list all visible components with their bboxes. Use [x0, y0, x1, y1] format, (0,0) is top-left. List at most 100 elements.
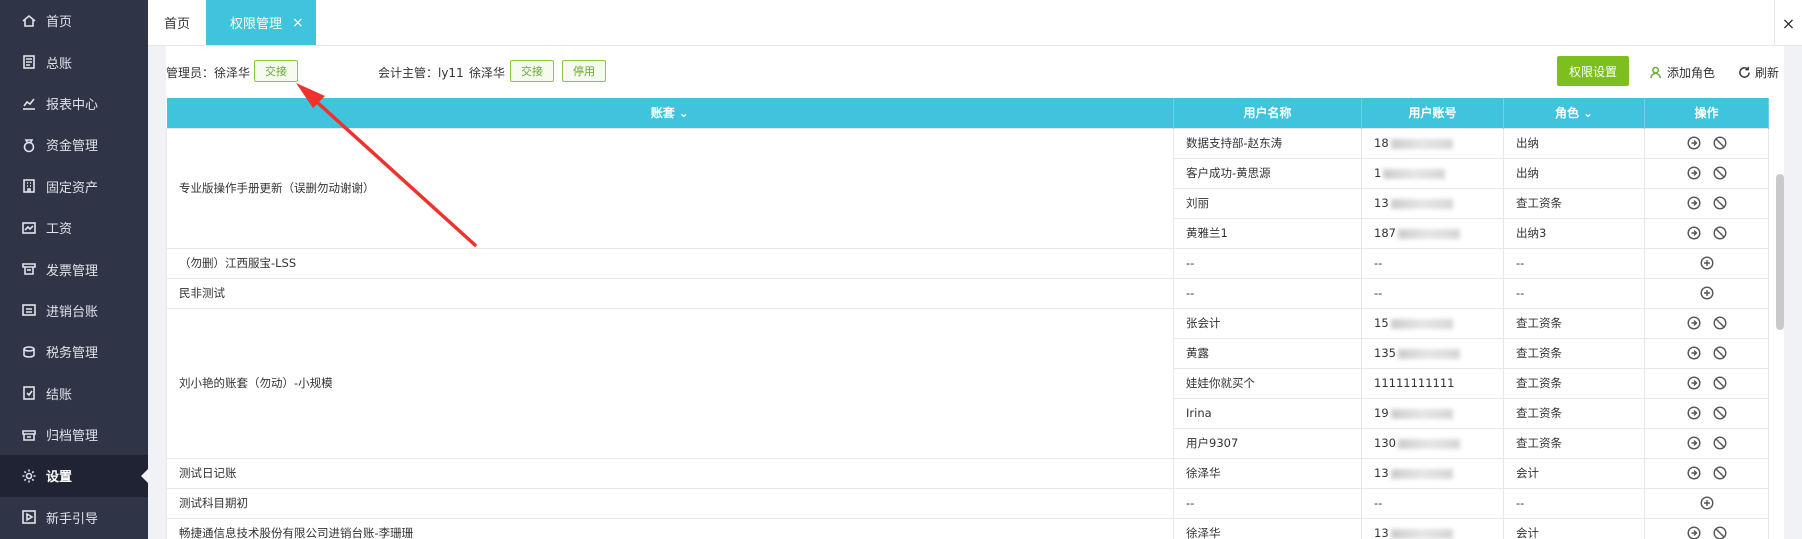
ban-icon[interactable] — [1712, 436, 1727, 450]
redacted-mask — [1397, 348, 1460, 359]
redacted-mask — [1390, 468, 1453, 479]
account-cell: 专业版操作手册更新（误删勿动谢谢） — [166, 127, 1174, 249]
vertical-scrollbar[interactable] — [1776, 174, 1784, 330]
sidebar: 首页总账报表中心资金管理固定资产 工资 发票管理 进销台账 税务管理 结账 归档管理 设置新手… — [0, 0, 148, 539]
user-account-cell: 130 — [1361, 427, 1504, 459]
ban-icon[interactable] — [1712, 466, 1727, 480]
redacted-mask — [1390, 528, 1453, 539]
transfer-icon[interactable] — [1686, 466, 1701, 480]
redacted-mask — [1390, 198, 1453, 209]
user-account-cell: 13 — [1361, 187, 1504, 219]
sidebar-item-label: 新手引导 — [46, 511, 99, 527]
transfer-icon[interactable] — [1687, 526, 1701, 539]
redacted-mask — [1383, 168, 1446, 179]
sidebar-item-12[interactable]: 新手引导 — [0, 497, 148, 538]
chevron-down-icon: ⌄ — [1582, 106, 1594, 121]
column-header-account[interactable]: 账套 ⌄ — [166, 98, 1174, 128]
sidebar-item-4[interactable]: 固定资产 — [0, 166, 148, 207]
account-cell: 测试科目期初 — [166, 487, 1174, 519]
transfer-icon[interactable] — [1686, 376, 1701, 390]
table-row: （勿删）江西服宝-LSS -- -- -- — [166, 247, 1769, 279]
checkout-icon — [20, 384, 38, 402]
sidebar-item-9[interactable]: 结账 — [0, 373, 148, 414]
user-name-cell: 黄露 — [1173, 337, 1362, 369]
ops-cell — [1644, 367, 1769, 399]
supervisor-handover-button[interactable]: 交接 — [510, 60, 554, 82]
app-window: 首页总账报表中心资金管理固定资产 工资 发票管理 进销台账 税务管理 结账 归档管理 设置新手… — [0, 0, 1802, 539]
ban-icon[interactable] — [1712, 226, 1727, 240]
ban-icon[interactable] — [1712, 346, 1727, 360]
user-account-cell: -- — [1361, 277, 1504, 309]
sidebar-item-5[interactable]: 工资 — [0, 207, 148, 248]
permission-settings-button[interactable]: 权限设置 — [1557, 56, 1630, 86]
user-account-cell: 15 — [1361, 307, 1504, 339]
supervisor-disable-button[interactable]: 停用 — [562, 60, 606, 82]
admin-handover-button[interactable]: 交接 — [254, 60, 298, 82]
user-name-cell: Irina — [1173, 397, 1362, 429]
sidebar-item-10[interactable]: 归档管理 — [0, 414, 148, 455]
sidebar-item-8[interactable]: 税务管理 — [0, 331, 148, 372]
transfer-icon[interactable] — [1686, 196, 1701, 210]
supervisor-label: 会计主管：ly11 — [378, 66, 464, 80]
user-account-cell: 187 — [1361, 217, 1504, 249]
sidebar-item-2[interactable]: 报表中心 — [0, 83, 148, 124]
add-circle-icon[interactable] — [1699, 496, 1714, 510]
sidebar-item-label: 资金管理 — [46, 139, 99, 155]
ops-cell — [1644, 427, 1769, 459]
sidebar-item-0[interactable]: 首页 — [0, 0, 148, 41]
transfer-icon[interactable] — [1686, 166, 1701, 180]
transfer-icon[interactable] — [1686, 136, 1701, 150]
invoice-icon — [20, 260, 38, 278]
add-circle-icon[interactable] — [1699, 286, 1714, 300]
ban-icon[interactable] — [1712, 166, 1727, 180]
column-header-ops: 操作 — [1644, 98, 1769, 128]
table-row: 民非测试 -- -- -- — [166, 277, 1769, 309]
sidebar-item-11[interactable]: 设置 — [0, 455, 148, 497]
role-cell: 查工资条 — [1503, 397, 1645, 429]
sidebar-item-label: 总账 — [46, 56, 73, 72]
user-account-cell: 11111111111 — [1361, 367, 1504, 399]
transfer-icon[interactable] — [1686, 346, 1701, 360]
user-account-cell: 18 — [1361, 127, 1504, 159]
ban-icon[interactable] — [1712, 136, 1727, 150]
tax-icon — [20, 343, 38, 361]
tab-home[interactable]: 首页 — [148, 0, 206, 45]
table-row: 测试日记账 徐泽华 13 会计 — [166, 457, 1769, 489]
tab-close-icon[interactable]: × — [292, 15, 304, 31]
user-account-cell: -- — [1361, 247, 1504, 279]
redacted-mask — [1397, 228, 1460, 239]
refresh-button[interactable]: 刷新 — [1738, 64, 1779, 81]
ban-icon[interactable] — [1712, 406, 1727, 420]
user-name-cell: 客户成功-黄思源 — [1173, 157, 1362, 189]
ban-icon[interactable] — [1712, 376, 1727, 390]
sidebar-item-3[interactable]: 资金管理 — [0, 124, 148, 165]
add-circle-icon[interactable] — [1699, 256, 1714, 270]
redacted-mask — [1390, 138, 1453, 149]
transfer-icon[interactable] — [1686, 406, 1701, 420]
ban-icon[interactable] — [1713, 526, 1727, 539]
tab-bar: 首页 权限管理 × × — [148, 0, 1802, 46]
account-cell: （勿删）江西服宝-LSS — [166, 247, 1174, 279]
ledger-icon — [20, 53, 38, 71]
sidebar-item-7[interactable]: 进销台账 — [0, 290, 148, 331]
home-icon — [20, 12, 38, 30]
transfer-icon[interactable] — [1686, 226, 1701, 240]
role-cell: 查工资条 — [1503, 187, 1645, 219]
sidebar-item-6[interactable]: 发票管理 — [0, 248, 148, 289]
tab-permission-management[interactable]: 权限管理 × — [206, 0, 316, 45]
column-header-role[interactable]: 角色 ⌄ — [1503, 98, 1645, 128]
user-account-cell: 13 — [1361, 517, 1504, 539]
sidebar-item-1[interactable]: 总账 — [0, 41, 148, 82]
inventory-icon — [20, 301, 38, 319]
tab-permission-label: 权限管理 — [230, 17, 283, 32]
account-cell: 民非测试 — [166, 277, 1174, 309]
ban-icon[interactable] — [1712, 196, 1727, 210]
supervisor-name: 徐泽华 — [469, 66, 506, 80]
ban-icon[interactable] — [1712, 316, 1727, 330]
close-all-tabs-icon[interactable]: × — [1774, 0, 1802, 46]
transfer-icon[interactable] — [1686, 316, 1701, 330]
role-cell: 会计 — [1503, 517, 1645, 539]
add-role-button[interactable]: 添加角色 — [1650, 64, 1715, 81]
gear-icon — [20, 467, 38, 485]
transfer-icon[interactable] — [1686, 436, 1701, 450]
